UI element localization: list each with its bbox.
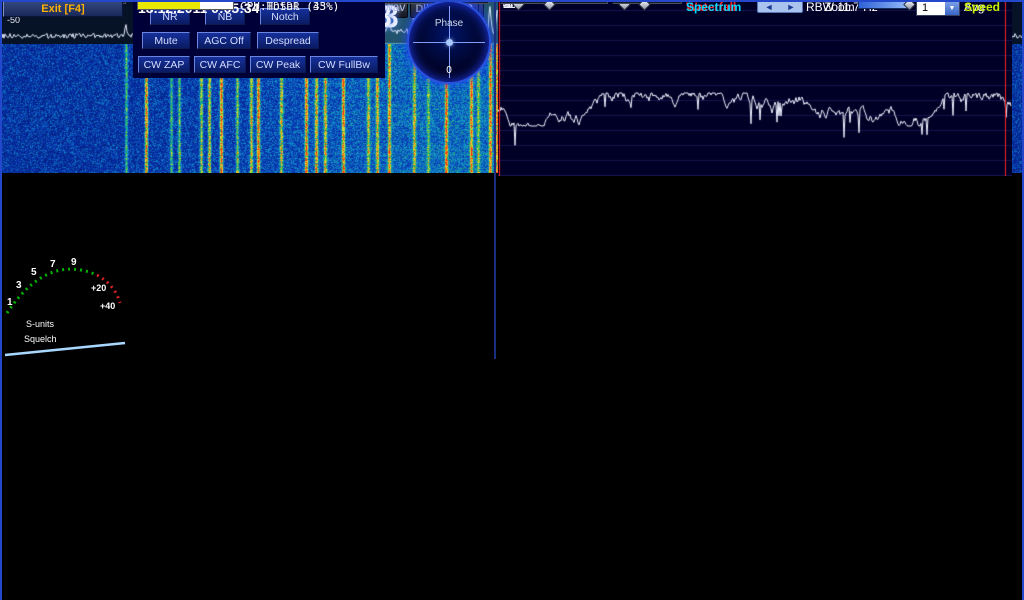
meter-scale-label: 3 [16, 280, 22, 291]
exit-button[interactable]: Exit [F4] [3, 0, 123, 17]
phase-center-dot [446, 39, 453, 46]
agc-button[interactable]: AGC Off [197, 32, 251, 49]
phase-indicator: Phase 0 [407, 0, 491, 84]
cw-peak-button[interactable]: CW Peak [250, 56, 306, 73]
left-arrow-icon[interactable]: ◄ [765, 2, 774, 12]
hdsdr-window: 137000 137005 137010 137015 137020 13702… [0, 0, 1024, 600]
avg-select-bottom[interactable]: 1 ▼ [916, 0, 960, 16]
meter-scale-label: 9 [71, 257, 77, 268]
meter-scale-label: 1 [7, 297, 13, 308]
mute-button[interactable]: Mute [142, 32, 190, 49]
meter-scale-label: +40 [100, 301, 115, 311]
spectrum-tab-bottom[interactable]: Spectrum [686, 0, 741, 14]
despread-button[interactable]: Despread [257, 32, 319, 49]
squelch-label: Squelch [24, 334, 57, 344]
s-units-label: S-units [26, 319, 55, 329]
phase-label: Phase [409, 18, 489, 29]
meter-scale-label: 5 [31, 267, 37, 278]
audio-spectrum-display[interactable] [498, 0, 1012, 176]
right-arrow-icon[interactable]: ► [787, 2, 796, 12]
meter-scale-label: 7 [50, 259, 56, 270]
meter-scale-label: +20 [91, 283, 106, 293]
cpu-total-bar-fill [138, 1, 200, 9]
phase-value: 0 [409, 65, 489, 76]
zoom-label-bottom: Zoom [824, 0, 855, 14]
speed-label-bottom: Speed [964, 0, 1000, 14]
window-border-bottom [0, 0, 1024, 2]
cw-fullbw-button[interactable]: CW FullBw [310, 56, 378, 73]
avg-select-value: 1 [917, 1, 945, 15]
s-meter: 1 3 5 7 9 +20 +40 S-units Squelch [1, 241, 129, 367]
dropdown-arrow-icon[interactable]: ▼ [945, 1, 959, 15]
meter-needle [5, 343, 125, 355]
cw-afc-button[interactable]: CW AFC [194, 56, 246, 73]
window-border-left [0, 0, 2, 600]
s-meter-green-arc [7, 269, 97, 313]
cw-zap-button[interactable]: CW ZAP [138, 56, 190, 73]
panel-divider [494, 0, 496, 359]
